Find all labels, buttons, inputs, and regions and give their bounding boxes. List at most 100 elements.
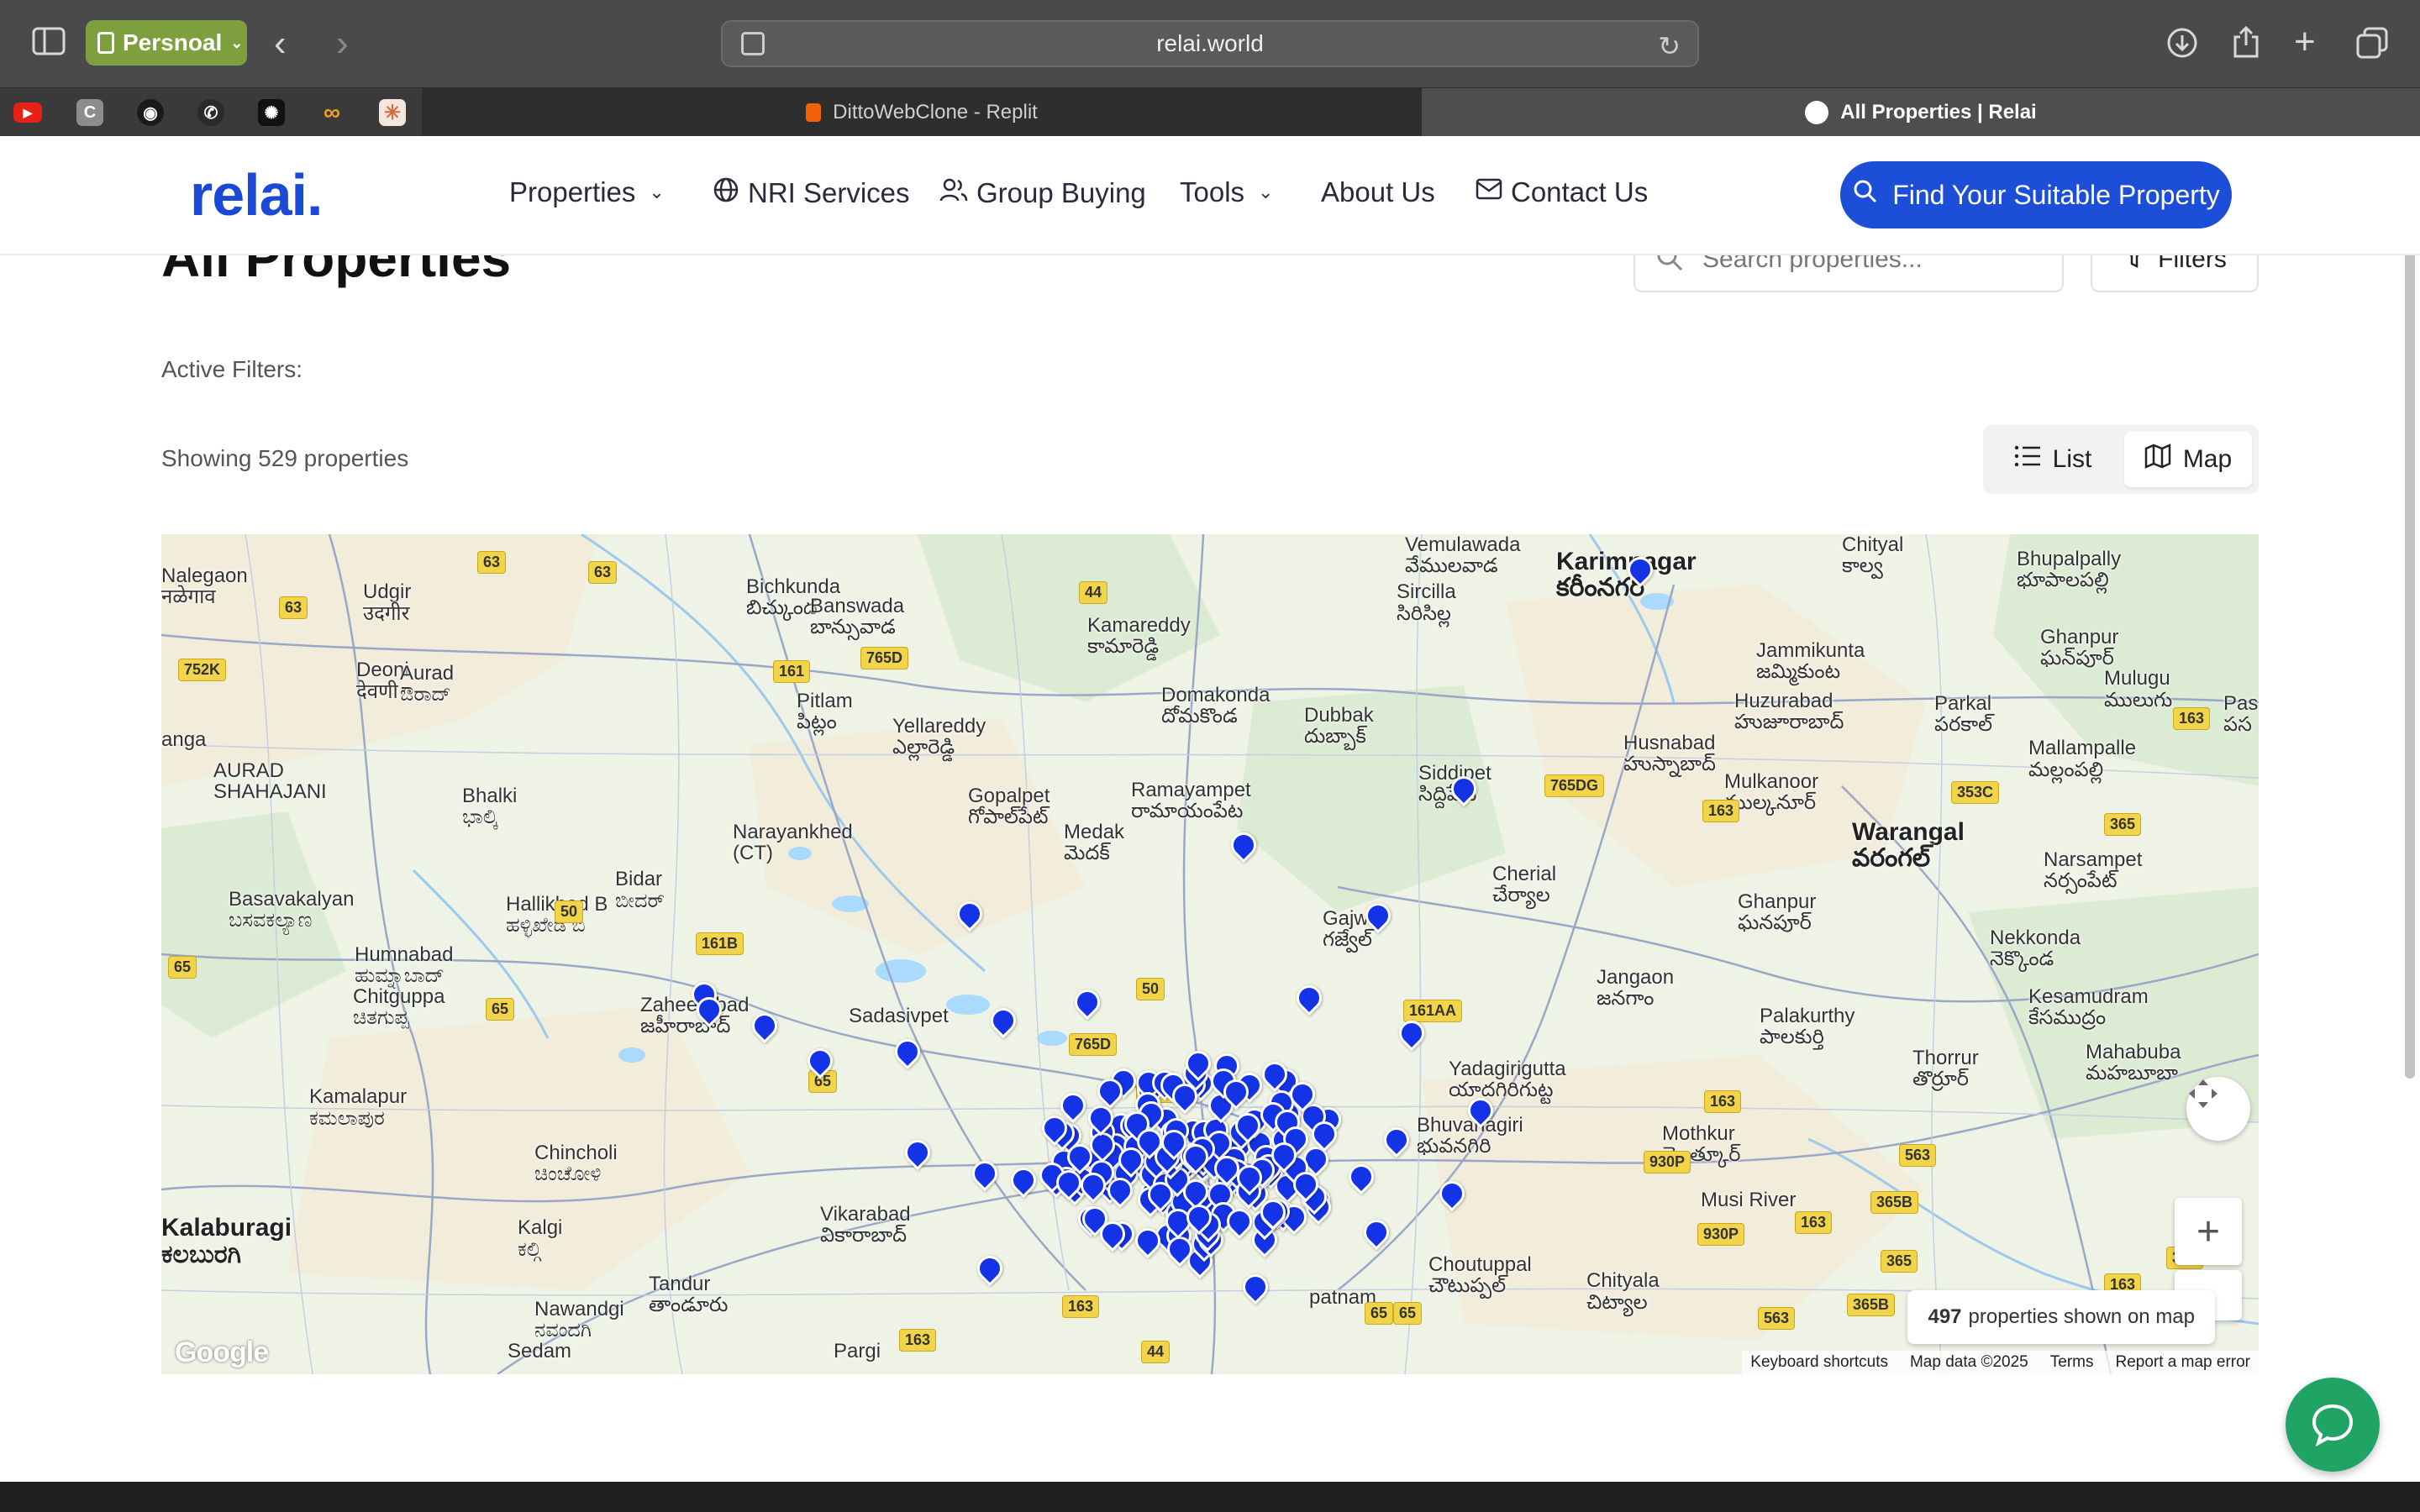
report-error-link[interactable]: Report a map error [2115,1353,2250,1372]
map-label-local-name: ಕಲಬುರಗಿ [161,1240,242,1268]
road-shield: 63 [477,551,507,574]
page-menu-icon[interactable] [741,32,765,55]
map-label-name: Mallampalle [2028,737,2137,760]
reload-icon[interactable]: ↻ [1658,30,1681,62]
pinned-tab-claude[interactable]: ✳ [375,95,410,130]
new-tab-icon[interactable]: + [2294,24,2316,60]
map-label-cherial: Cherial చేర్యాల [1492,864,1556,906]
tab-all-properties[interactable]: All Properties | Relai [1422,88,2420,137]
map-label-name: Medak [1064,820,1125,843]
map-label-banswada: Banswada బాన్సువాడ [810,596,904,638]
map-label-name: Nawandgi [534,1297,624,1320]
list-view-button[interactable]: List [1990,432,2116,487]
tab-dittowebclone[interactable]: DittoWebClone - Replit [422,88,1422,137]
map-label-name: AURAD [213,759,285,782]
map-label-name: Ghanpur [1738,890,1817,913]
nav-group-buying[interactable]: Group Buying [939,176,1146,210]
road-shield: 365B [1870,1191,1919,1214]
road-shield: 65 [168,956,197,979]
nav-properties[interactable]: Properties ⌄ [509,176,665,208]
google-logo: Google [175,1336,269,1368]
map-label: Map [2182,445,2233,473]
github-icon: ◉ [137,99,164,126]
find-property-button[interactable]: Find Your Suitable Property [1840,161,2232,228]
road-shield: 930P [1644,1151,1691,1173]
map-label-local-name: భువనగిరి [1417,1134,1491,1158]
pinned-tab-c[interactable]: C [72,95,108,130]
browser-toolbar: Persnoal ⌄ ‹ › relai.world ↻ + [0,0,2420,87]
map-label-local-name: జనగాం [1597,986,1655,1010]
address-bar[interactable]: relai.world ↻ [721,20,1699,67]
map-label-name: Dubbak [1304,703,1374,727]
search-icon [1852,178,1879,212]
map-label-local-name: వరంగల్ [1852,844,1931,873]
map-label-local-name: పరకాల్ [1934,713,1993,737]
map-label-local-name: కరీంనగర్ [1556,574,1644,602]
zoom-in-button[interactable]: + [2175,1198,2242,1265]
page-scrollbar[interactable] [2405,218,2415,1079]
share-icon[interactable] [2232,25,2260,64]
nav-contact-us[interactable]: Contact Us [1476,176,1648,208]
site-logo[interactable]: relai. [190,161,323,228]
map-label-yadagirigutta: Yadagirigutta యాదగిరిగుట్ట [1449,1058,1566,1101]
map-label-local-name: ಬೀದರ್ [615,889,666,912]
map-label-anga: anga [161,729,206,750]
tab-strip: ▶ C ◉ ✆ ✺ ∞ ✳ DittoWebClone - Replit All… [0,87,2420,137]
chat-button[interactable] [2286,1378,2380,1472]
nav-tools[interactable]: Tools ⌄ [1180,176,1273,208]
pinned-tab-chatgpt[interactable]: ✺ [254,95,289,130]
road-shield: 50 [555,900,584,923]
nav-about-us[interactable]: About Us [1321,176,1435,208]
map-view-button[interactable]: Map [2124,432,2252,487]
map-label-name: anga [161,728,207,752]
road-shield: 161B [696,932,744,955]
map-label-name: Mothkur [1662,1121,1735,1145]
sidebar-toggle-icon[interactable] [32,27,66,60]
road-shield: 65 [1365,1302,1394,1325]
terms-link[interactable]: Terms [2050,1353,2094,1372]
map-label-jangaon: Jangaon జనగాం [1597,966,1674,1010]
map-label-choutuppal: Choutuppal చౌటుప్పల్ [1428,1253,1532,1296]
map-label-local-name: వికారాబాద్ [820,1223,908,1247]
road-shield: 365 [2104,813,2142,836]
map-label-local-name: జహీరాబాద్ [640,1014,731,1037]
nav-nri-services[interactable]: NRI Services [713,176,910,210]
map-attribution: Keyboard shortcuts Map data ©2025 Terms … [1742,1351,2259,1374]
claude-icon: ✳ [379,99,406,126]
map-label-name: Pargi [834,1340,881,1362]
keyboard-shortcuts-link[interactable]: Keyboard shortcuts [1750,1353,1888,1372]
map-label-local-name: नळेगाव [161,585,216,608]
map-label-local-name: ಕಮಲಾಪುರ [309,1106,385,1130]
map-icon [2144,444,2171,475]
map-label-nekkonda: Nekkonda నెక్కొండ [1990,927,2081,970]
map-label-name: Warangal [1852,817,1965,846]
map-label-huzurabad: Huzurabad హుజూరాబాద్ [1734,690,1844,733]
map-label-name: Narayankhed [733,820,853,843]
forward-icon[interactable]: › [336,25,349,62]
road-shield: 563 [1758,1307,1796,1330]
tab-overview-icon[interactable] [2356,27,2388,64]
map-properties-count: 497 properties shown on map [1907,1290,2215,1344]
pinned-tab-github[interactable]: ◉ [133,95,168,130]
map-label-local-name: ఘన్‌పూర్ [2040,646,2114,669]
map-label-mahabubabad: Mahabuba మహబూబా [2086,1042,2181,1084]
map-label-name: Gopalpet [968,784,1050,807]
download-icon[interactable] [2166,27,2198,64]
map-label-local-name: తాండూరు [649,1293,729,1316]
pinned-tab-youtube[interactable]: ▶ [10,95,45,130]
profile-button[interactable]: Persnoal ⌄ [86,20,247,66]
map-label-sadasivpet: Sadasivpet [849,1005,949,1026]
map-label-local-name: కామారెడ్డి [1087,635,1160,659]
map-label-bidar: Bidar ಬೀದರ್ [615,869,665,911]
back-icon[interactable]: ‹ [274,25,287,62]
pinned-tab-whatsapp[interactable]: ✆ [193,95,229,130]
map-label-local-name: SHAHAJANI [213,780,327,804]
map-label-local-name: ಕಲ್ಗಿ [518,1237,541,1261]
property-map[interactable]: Nalegaon नळेगाव Udgir उदगीर Deoni देवणी Aurad ಔ… [161,534,2259,1374]
fullscreen-icon[interactable] [2186,1077,2250,1141]
map-label-name: Karimnagar [1556,547,1697,575]
pinned-tab-infinity[interactable]: ∞ [314,95,350,130]
map-label-local-name: దుబ్బాక్ [1304,724,1366,748]
map-label-name: Ramayampet [1131,779,1251,802]
nav-label: About Us [1321,176,1435,207]
